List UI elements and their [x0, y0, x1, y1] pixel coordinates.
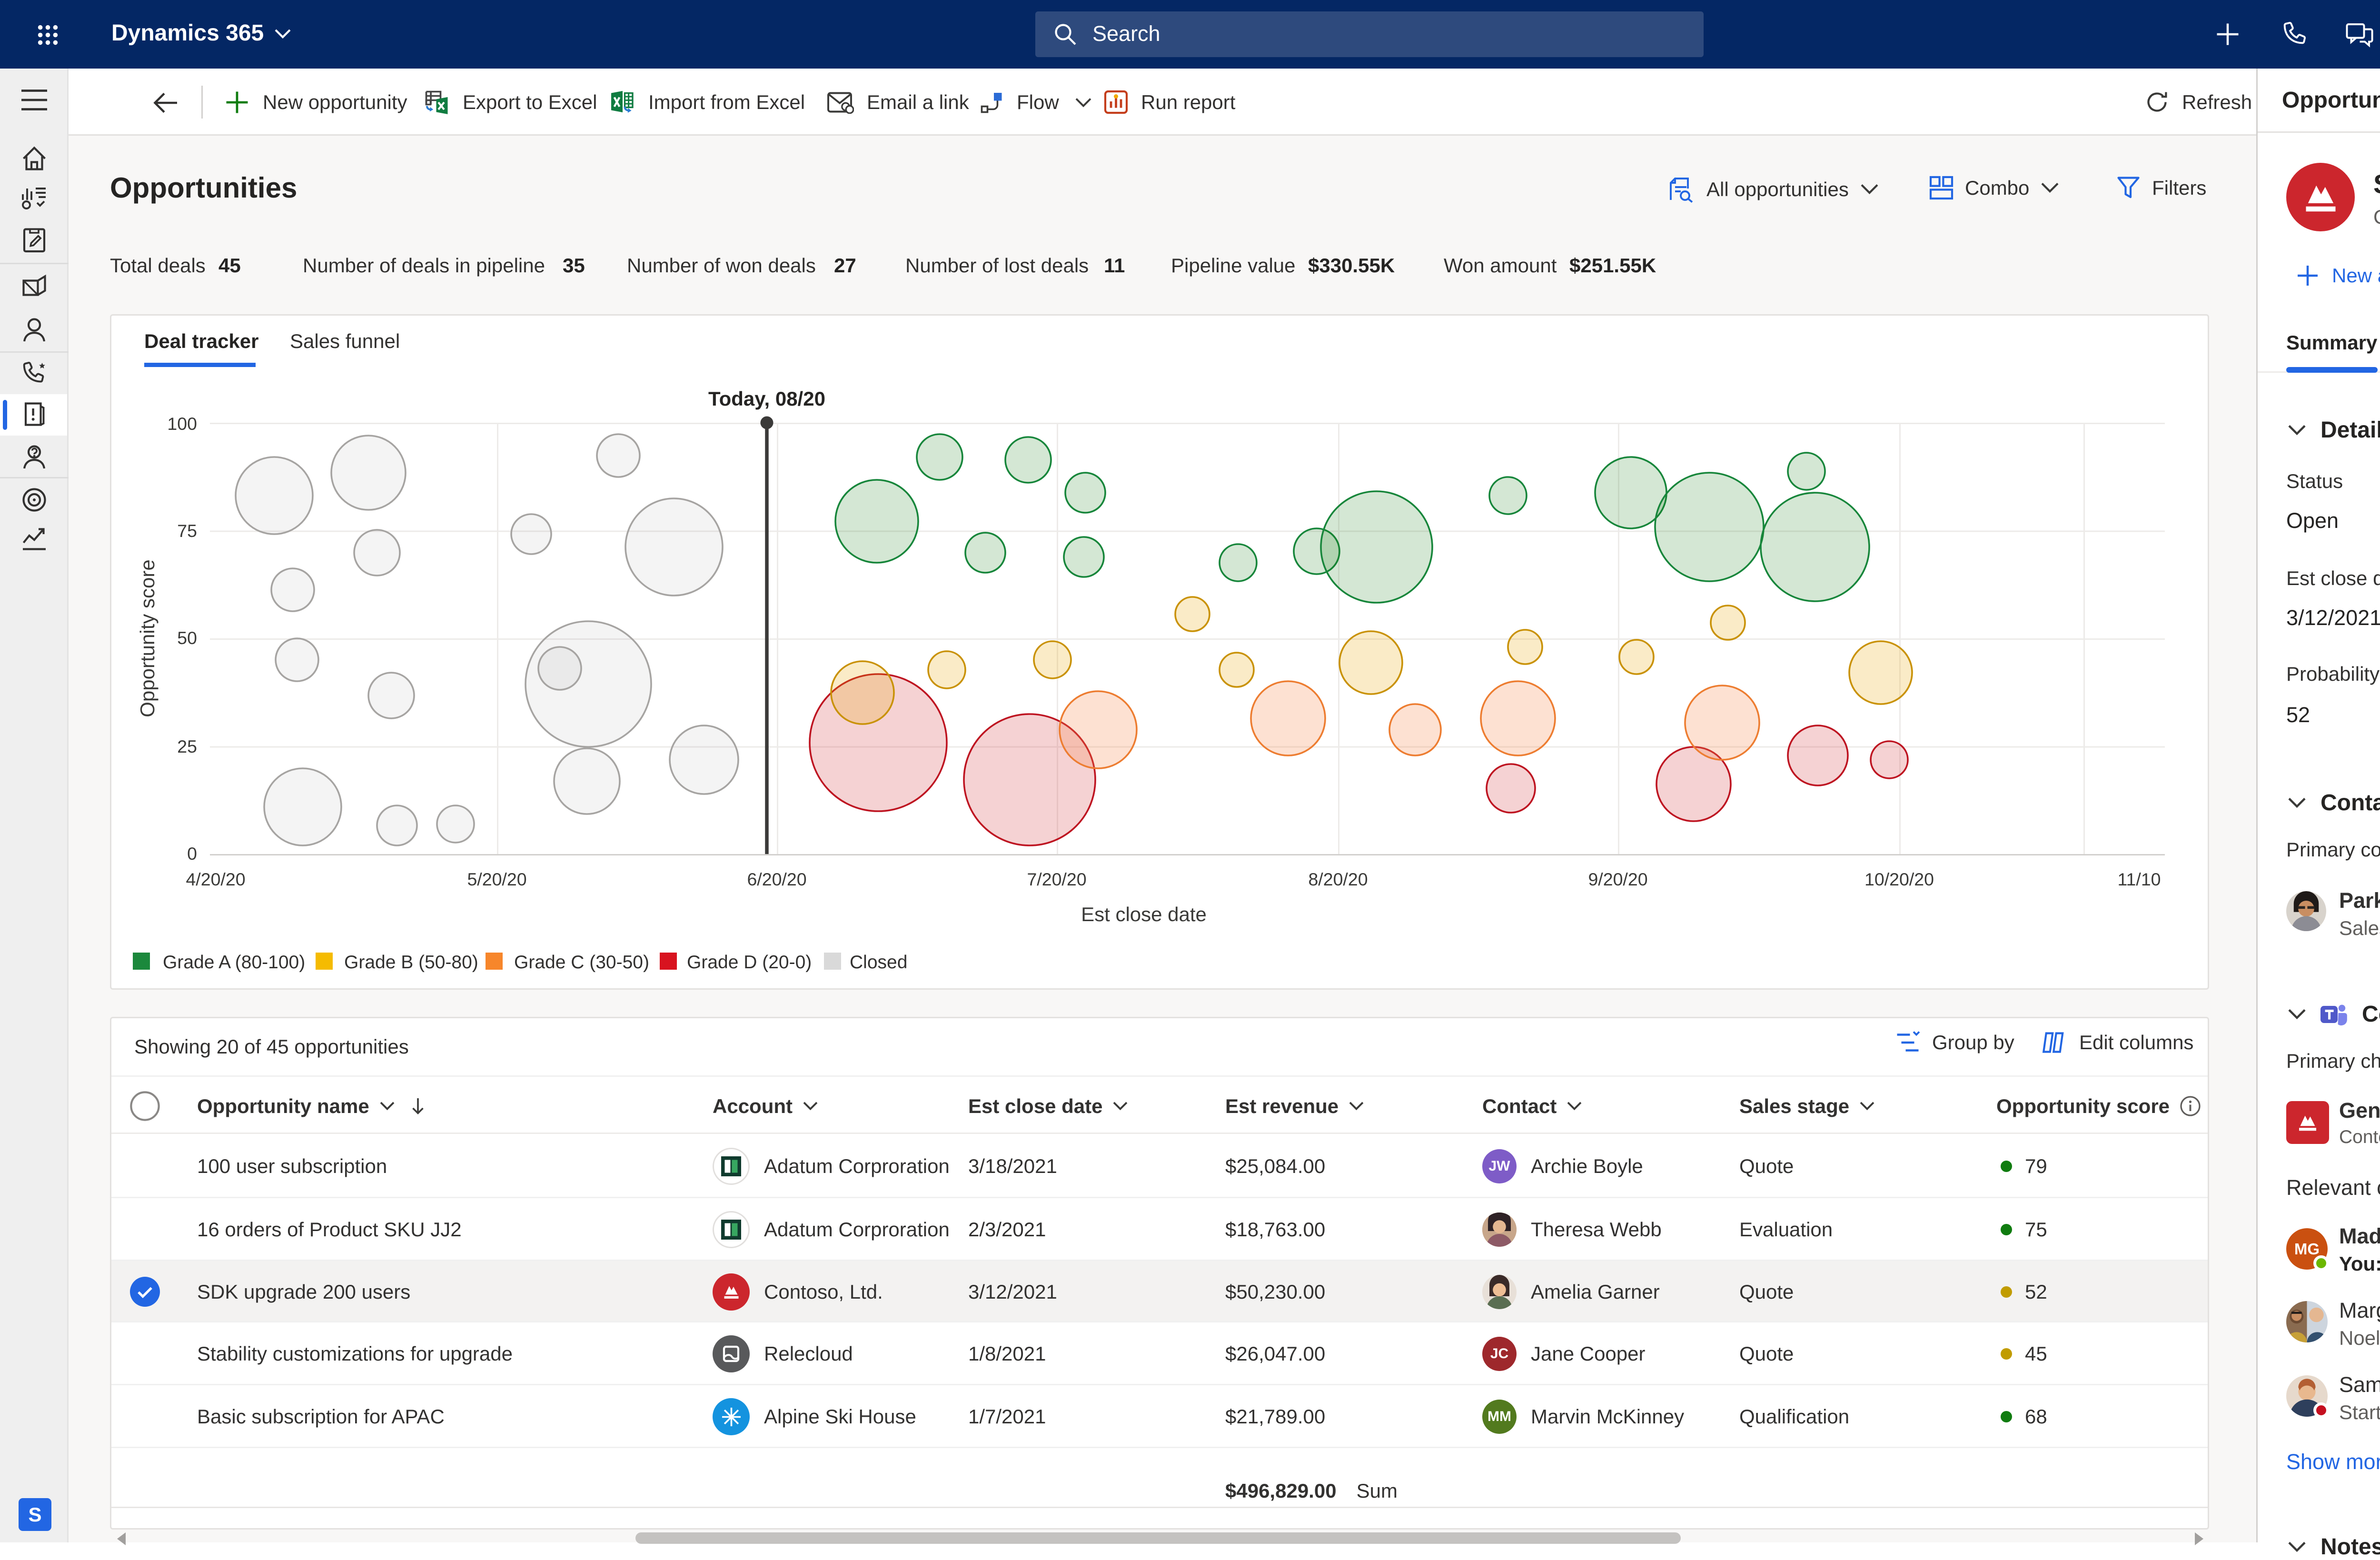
svg-text:6/20/20: 6/20/20 [747, 869, 806, 889]
svg-text:Grade D (20-0): Grade D (20-0) [687, 952, 812, 973]
svg-text:7/20/20: 7/20/20 [1027, 869, 1086, 889]
svg-text:Est close date: Est close date [1081, 903, 1207, 925]
svg-text:9/20/20: 9/20/20 [1588, 869, 1647, 889]
svg-text:Grade A (80-100): Grade A (80-100) [163, 952, 305, 973]
svg-text:25: 25 [177, 736, 197, 756]
svg-text:8/20/20: 8/20/20 [1308, 869, 1368, 889]
svg-text:50: 50 [177, 628, 197, 648]
svg-text:Today, 08/20: Today, 08/20 [708, 388, 825, 410]
svg-text:0: 0 [187, 844, 197, 864]
svg-text:5/20/20: 5/20/20 [467, 869, 526, 889]
svg-text:100: 100 [167, 414, 197, 434]
svg-text:10/20/20: 10/20/20 [1864, 869, 1934, 889]
svg-text:4/20/20: 4/20/20 [186, 869, 245, 889]
svg-text:Opportunity score: Opportunity score [136, 559, 159, 717]
svg-text:Grade C (30-50): Grade C (30-50) [514, 952, 649, 973]
svg-text:Grade B (50-80): Grade B (50-80) [344, 952, 478, 973]
svg-text:11/10: 11/10 [2117, 869, 2161, 889]
svg-text:Closed: Closed [850, 952, 907, 973]
svg-text:75: 75 [177, 521, 197, 541]
